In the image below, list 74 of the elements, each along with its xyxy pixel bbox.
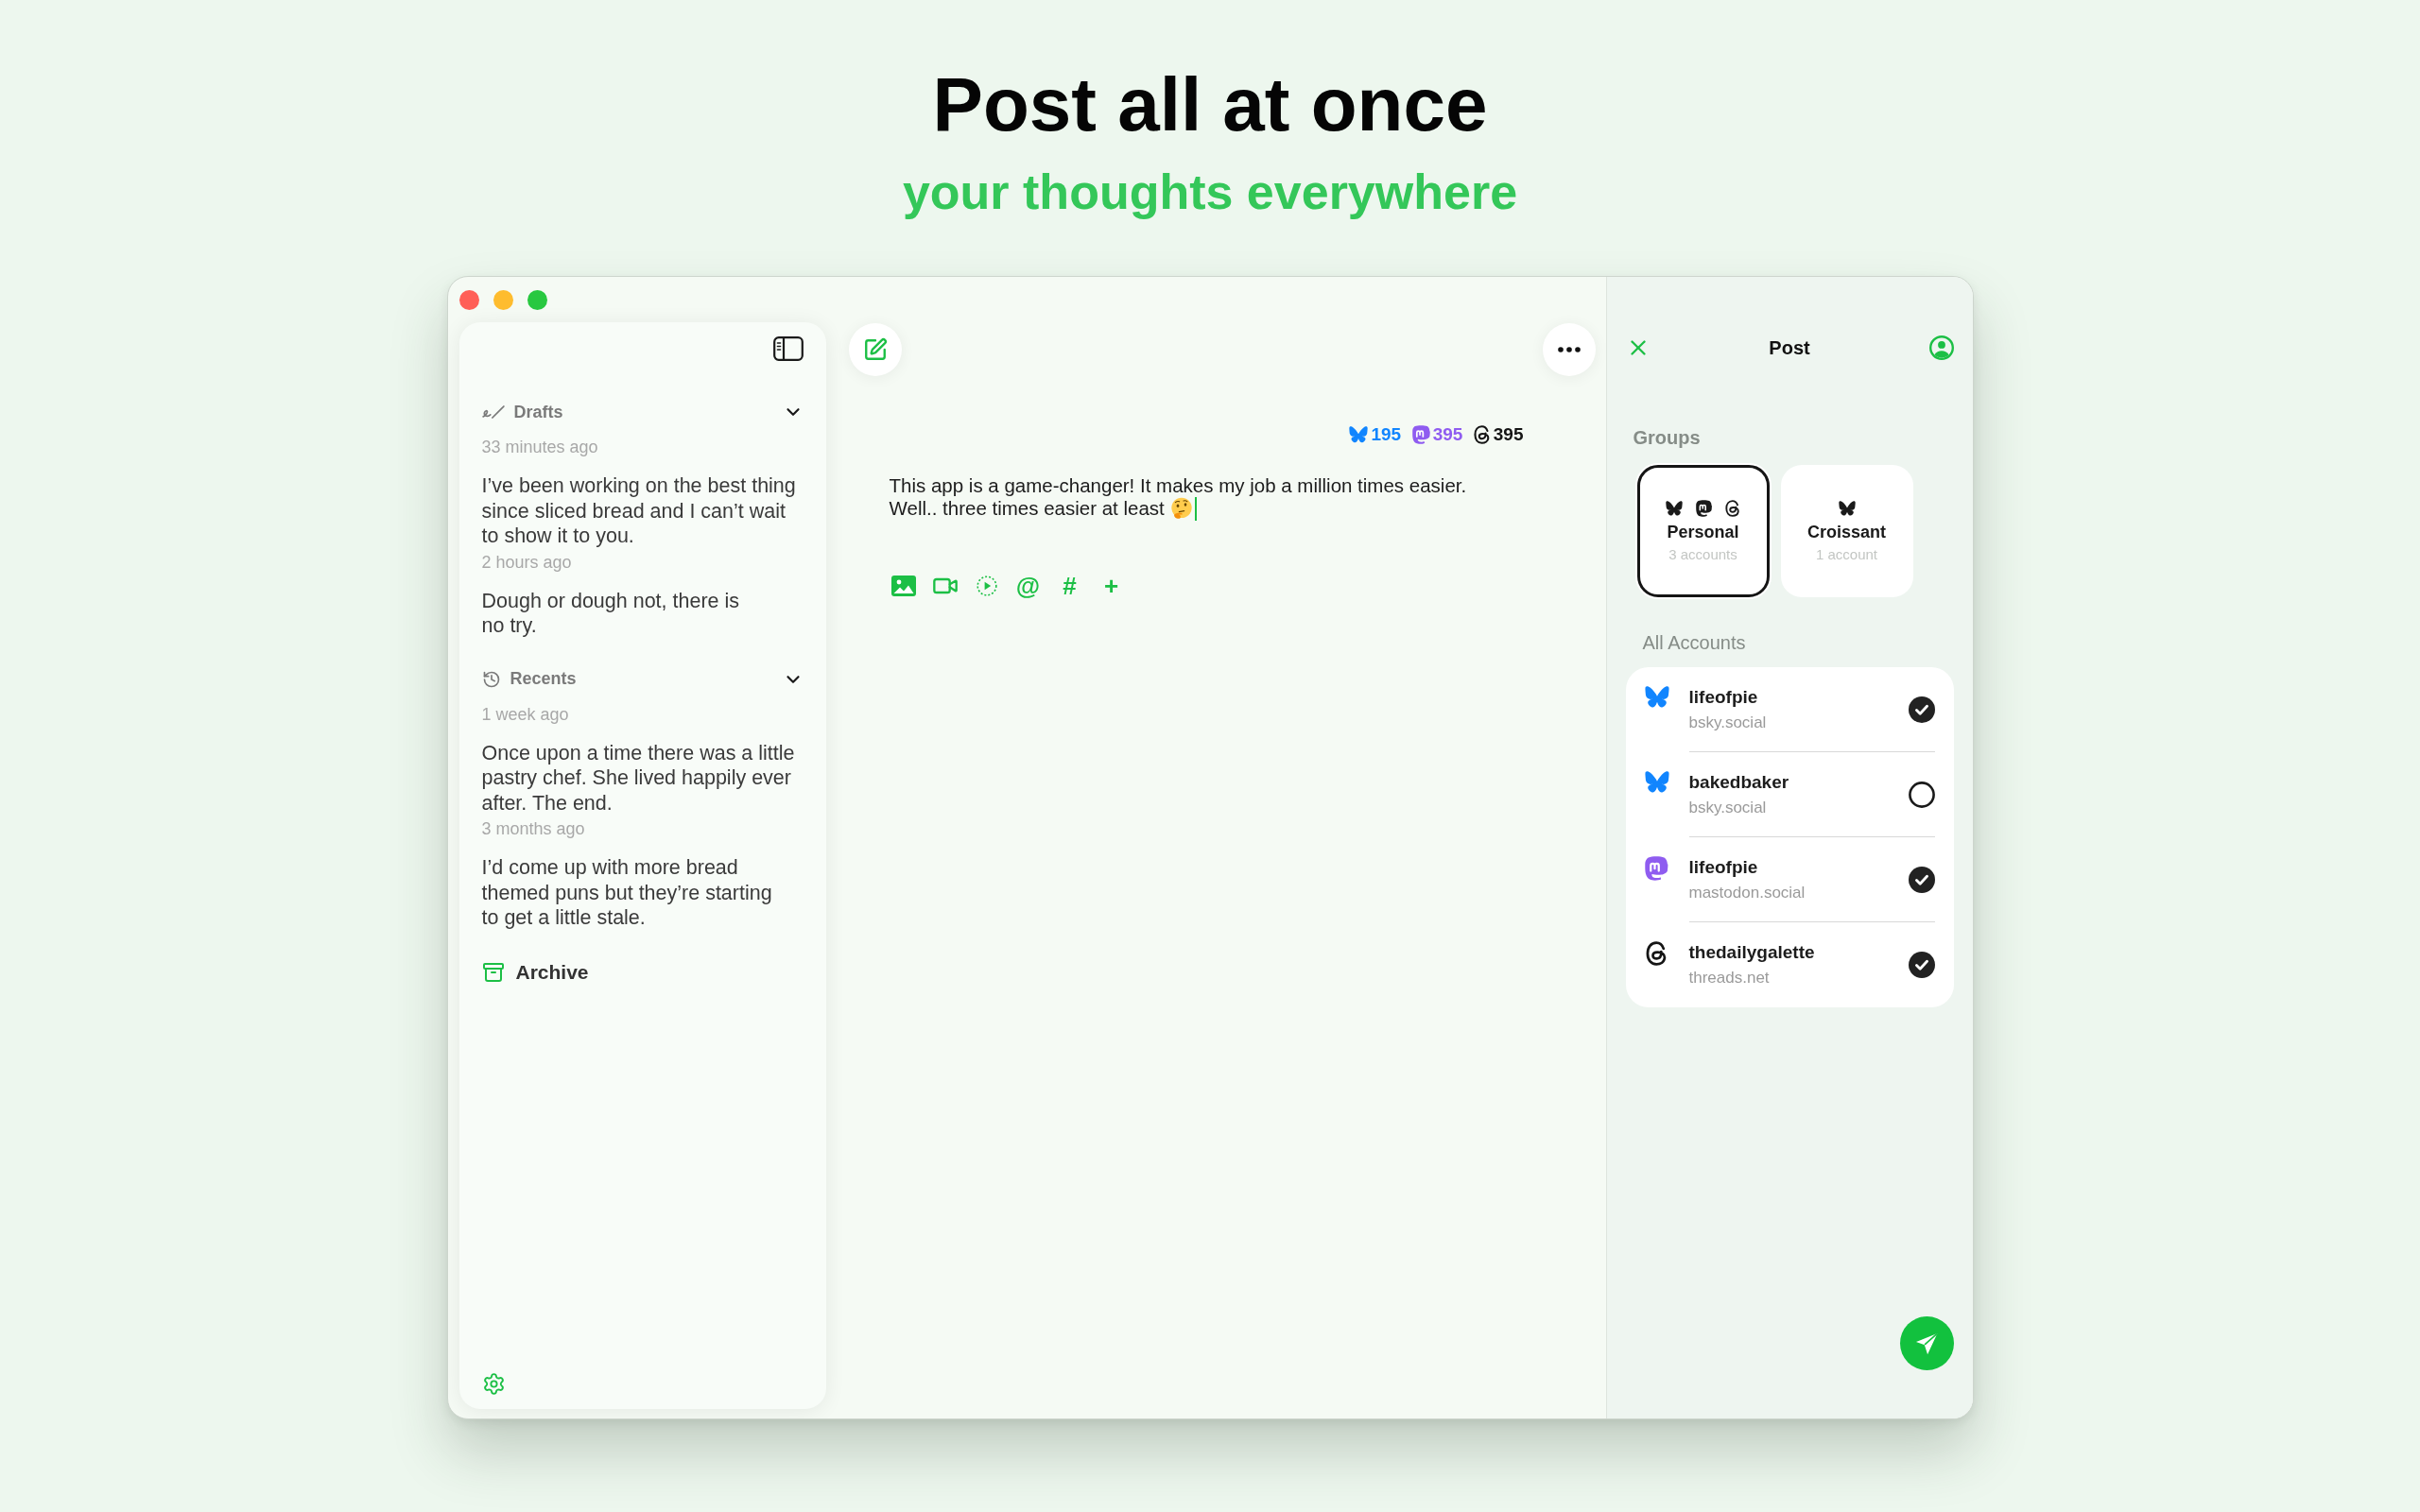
round-checkbox[interactable] [1908, 696, 1935, 723]
send-button[interactable] [1899, 1316, 1954, 1370]
m-speech-bubble-icon [1696, 500, 1713, 517]
note-preview[interactable]: I’ve been working on the best thing since sliced bread and I can’t wait to show it to you. [481, 473, 796, 549]
text-cursor [1194, 496, 1197, 521]
note-preview[interactable]: I’d come up with more bread themed puns but they’re starting to get a little stale. [481, 855, 772, 931]
headline: Post all at once [932, 62, 1488, 147]
butterfly-icon [1349, 426, 1369, 443]
play-circle-icon [976, 576, 997, 596]
settings-button[interactable] [481, 1372, 506, 1396]
checkmark-icon [1908, 952, 1935, 978]
m-speech-bubble-icon [1645, 856, 1668, 881]
round-checkbox[interactable] [1908, 952, 1935, 978]
account-count: 3 accounts [1668, 545, 1737, 564]
group-card[interactable]: Personal 3 accounts [1636, 465, 1770, 597]
butterfly-icon [1644, 686, 1669, 708]
character-count: 195 [1371, 424, 1402, 445]
sidebar-panel-icon [772, 336, 804, 361]
profile-button[interactable] [1928, 335, 1954, 360]
sidebar-toggle-button[interactable] [772, 336, 804, 361]
archive-box-icon [481, 960, 505, 984]
group-name: Personal [1667, 522, 1739, 543]
panel-title: Post [1769, 336, 1810, 359]
account-count: 1 account [1815, 545, 1877, 564]
post-text: This app is a game-changer! It makes my job a million times easier. [889, 474, 1467, 497]
section-title: Recents [510, 669, 577, 689]
account-server: bsky.social [1688, 797, 1767, 818]
checkmark-icon [1908, 866, 1935, 893]
group-name: Croissant [1807, 522, 1886, 543]
window-close-button[interactable] [458, 290, 479, 310]
post-text: Well.. three times easier at least [889, 497, 1165, 520]
round-checkbox[interactable] [1908, 781, 1935, 808]
note-preview[interactable]: Once upon a time there was a little pastry chef. She lived happily ever after. The end. [481, 740, 795, 816]
butterfly-icon [1644, 771, 1669, 793]
round-checkbox[interactable] [1908, 866, 1935, 893]
account-name: lifeofpie [1688, 855, 1758, 879]
compose-icon [862, 337, 888, 362]
butterfly-icon [1838, 501, 1856, 516]
account-server: threads.net [1688, 968, 1770, 988]
character-count: 395 [1493, 424, 1524, 445]
account-name: lifeofpie [1688, 685, 1758, 709]
window-minimize-button[interactable] [493, 290, 513, 310]
account-server: mastodon.social [1688, 882, 1806, 903]
history-icon [481, 669, 501, 689]
at-swirl-icon [1725, 500, 1740, 517]
timestamp: 2 hours ago [481, 551, 572, 574]
account-name: bakedbaker [1688, 770, 1789, 794]
scribble-pencil-icon [481, 404, 505, 421]
m-speech-bubble-icon [1412, 425, 1430, 444]
timestamp: 1 week ago [481, 703, 569, 726]
empty-circle-icon [1908, 781, 1935, 808]
section-title: Drafts [513, 402, 563, 422]
timestamp: 3 months ago [481, 818, 585, 840]
timestamp: 33 minutes ago [481, 437, 598, 458]
at-swirl-icon [1474, 425, 1491, 444]
group-card[interactable]: Croissant 1 account [1780, 465, 1913, 597]
butterfly-icon [1666, 501, 1684, 516]
note-preview[interactable]: Dough or dough not, there is no try. [481, 588, 740, 639]
account-server: bsky.social [1688, 712, 1767, 733]
account-name: thedailygalette [1688, 941, 1815, 964]
image-icon [890, 576, 916, 596]
more-icon [1557, 347, 1581, 352]
at-swirl-icon [1646, 941, 1668, 966]
paper-plane-icon [1915, 1332, 1938, 1355]
subheadline: your thoughts everywhere [902, 163, 1518, 220]
checkmark-icon [1908, 696, 1935, 723]
archive-button[interactable]: Archive [481, 957, 589, 987]
window-zoom-button[interactable] [527, 290, 547, 310]
character-count: 395 [1432, 424, 1463, 445]
thinking-face-icon [1169, 497, 1193, 520]
section-label: Groups [1633, 426, 1701, 449]
section-label: All Accounts [1642, 631, 1746, 654]
person-circle-icon [1928, 335, 1954, 360]
settings-icon [481, 1372, 506, 1396]
